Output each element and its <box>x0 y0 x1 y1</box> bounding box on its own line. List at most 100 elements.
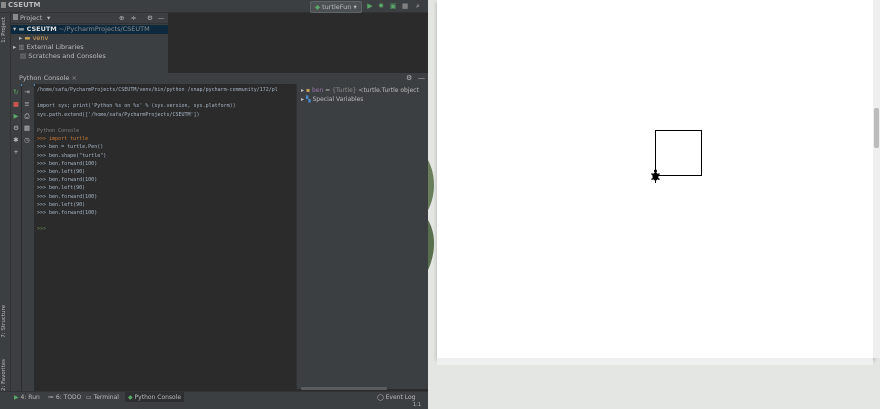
horizontal-scrollbar[interactable] <box>301 387 387 390</box>
console-line: >>> ben.forward(100) <box>37 210 98 216</box>
variable-ben[interactable]: ▸ ▪ ben = {Turtle} <turtle.Turtle object <box>301 86 419 95</box>
console-line: >>> ben.forward(100) <box>37 160 98 167</box>
run-icon: ▶ <box>14 394 19 401</box>
console-line: >>> ben.left(90) <box>37 185 86 192</box>
gear-icon[interactable]: ⚙ <box>147 14 153 22</box>
python-icon: ◆ <box>128 394 133 401</box>
project-view-select[interactable]: Project <box>20 14 42 22</box>
left-tool-strip: 1: Project 7: Structure 2: Favorites <box>0 13 11 395</box>
background-plant <box>428 160 435 270</box>
debug-icon[interactable]: ✱ <box>12 136 20 144</box>
tree-item-scratches[interactable]: ▤ Scratches and Consoles <box>11 52 106 61</box>
console-action-strip-secondary: ⇥ ≡ ⎙ ▦ ◷ <box>22 84 34 395</box>
object-icon: ▪ <box>305 87 311 94</box>
chevron-down-icon: ▾ <box>353 3 357 11</box>
variable-type: {Turtle} <box>332 87 357 94</box>
event-log-icon: ◯ <box>377 394 384 401</box>
stop-icon[interactable]: ■ <box>401 2 409 10</box>
project-panel: Project ▾ ⊕ ≑ ⚙ — ▾ ▬ CSEUTM ~/PycharmPr… <box>11 13 168 73</box>
console-line: >>> import turtle <box>37 136 89 143</box>
scratches-icon: ▤ <box>20 52 27 60</box>
folder-icon <box>13 14 18 20</box>
chevron-down-icon: ▾ <box>13 25 17 33</box>
turtle-canvas[interactable] <box>437 0 873 358</box>
status-bar: 1:1 <box>0 402 428 409</box>
settings-icon[interactable]: ⚙ <box>12 124 20 132</box>
library-icon: ▥ <box>18 43 25 51</box>
scrollbar-thumb[interactable] <box>874 108 879 148</box>
gear-icon[interactable]: ⚙ <box>406 74 412 82</box>
tree-item-label: External Libraries <box>26 43 84 51</box>
folder-icon: ▬ <box>24 34 31 42</box>
minimize-icon[interactable]: — <box>418 74 425 82</box>
favorites-tool-tab[interactable]: 2: Favorites <box>1 359 7 391</box>
chevron-down-icon[interactable]: ▾ <box>47 14 50 22</box>
soft-wrap-icon[interactable]: ⇥ <box>23 88 31 96</box>
drawn-square <box>655 130 702 176</box>
project-breadcrumb[interactable]: CSEUTM <box>8 1 41 9</box>
project-tool-tab[interactable]: 1: Project <box>1 17 7 43</box>
run-configuration-label: turtleFun <box>322 3 352 11</box>
python-icon: ◆ <box>315 3 320 11</box>
console-line: >>> ben.shape("turtle") <box>37 152 107 159</box>
console-output[interactable]: /home/safa/PycharmProjects/CSEUTM/venv/b… <box>35 84 295 389</box>
folder-icon <box>1 2 6 8</box>
close-icon[interactable]: × <box>71 74 76 82</box>
minimize-icon[interactable]: — <box>158 14 165 22</box>
tab-label: Python Console <box>19 74 70 82</box>
tree-item-path: ~/PycharmProjects/CSEUTM <box>58 25 150 33</box>
tree-item-label: Scratches and Consoles <box>28 52 106 60</box>
debug-icon[interactable]: ✹ <box>377 2 385 10</box>
cursor-position[interactable]: 1:1 <box>413 402 421 408</box>
canvas-bottom-edge <box>437 358 873 365</box>
special-variables-label: Special Variables <box>312 96 364 103</box>
vertical-scrollbar[interactable] <box>873 0 880 358</box>
console-line: >>> <box>37 226 47 233</box>
variable-name: ben <box>311 87 324 94</box>
stop-icon[interactable]: ■ <box>12 100 20 108</box>
console-line: /home/safa/PycharmProjects/CSEUTM/venv/b… <box>37 87 278 93</box>
rerun-icon[interactable]: ↻ <box>12 88 20 96</box>
turtle-icon <box>651 169 660 183</box>
tree-item-venv[interactable]: ▸ ▬ venv <box>11 34 48 43</box>
chevron-right-icon: ▸ <box>301 96 305 103</box>
tree-item-external-libraries[interactable]: ▸ ▥ External Libraries <box>11 43 84 52</box>
console-line: import sys; print('Python %s on %s' % (s… <box>37 103 236 110</box>
chevron-right-icon: ▸ <box>19 34 23 42</box>
console-line: >>> ben.left(90) <box>37 201 86 208</box>
special-variables[interactable]: ▸ ▚ Special Variables <box>301 95 363 104</box>
chevron-right-icon: ▸ <box>301 87 305 94</box>
console-line: >>> ben = turtle.Pen() <box>37 144 104 151</box>
variables-icon[interactable]: ▦ <box>23 124 31 132</box>
variables-panel: ▸ ▪ ben = {Turtle} <turtle.Turtle object… <box>296 84 428 390</box>
clear-icon[interactable]: ≡ <box>23 100 31 108</box>
folder-icon: ▬ <box>18 25 25 33</box>
console-line: >>> ben.left(90) <box>37 169 86 175</box>
run-configuration-select[interactable]: ◆ turtleFun ▾ <box>310 1 362 13</box>
chevron-right-icon: ▸ <box>13 43 17 51</box>
console-line: >>> ben.forward(100) <box>37 177 98 184</box>
coverage-icon[interactable]: ▣ <box>389 2 397 10</box>
run-icon[interactable]: ▶ <box>366 2 374 10</box>
turtle-graphics-window[interactable] <box>437 0 874 359</box>
history-icon[interactable]: ◷ <box>23 136 31 144</box>
list-icon: ≔ <box>48 394 54 401</box>
pycharm-window: CSEUTM ◆ turtleFun ▾ ▶ ✹ ▣ ■ ⌕ 1: Projec… <box>0 0 428 409</box>
tree-item-cseutm[interactable]: ▾ ▬ CSEUTM ~/PycharmProjects/CSEUTM <box>11 25 168 34</box>
project-panel-header: Project ▾ ⊕ ≑ ⚙ — <box>11 13 168 24</box>
execute-icon[interactable]: ▶ <box>12 112 20 120</box>
special-variables-icon: ▚ <box>305 96 311 103</box>
structure-tool-tab[interactable]: 7: Structure <box>1 305 7 338</box>
console-action-strip: ↻ ■ ▶ ⚙ ✱ + <box>11 84 21 395</box>
add-icon[interactable]: + <box>12 148 20 156</box>
editor-area <box>168 13 428 73</box>
navigation-bar: CSEUTM ◆ turtleFun ▾ ▶ ✹ ▣ ■ ⌕ <box>0 0 428 13</box>
variable-value: <turtle.Turtle object <box>358 87 419 94</box>
print-icon[interactable]: ⎙ <box>23 112 31 120</box>
console-line: >>> ben.forward(100) <box>37 193 98 200</box>
collapse-all-icon[interactable]: ≑ <box>131 14 136 22</box>
search-everywhere-icon[interactable]: ⌕ <box>414 2 422 10</box>
console-line: sys.path.extend(['/home/safa/PycharmProj… <box>37 111 200 118</box>
locate-icon[interactable]: ⊕ <box>119 14 124 22</box>
terminal-icon: ▭ <box>86 394 92 401</box>
